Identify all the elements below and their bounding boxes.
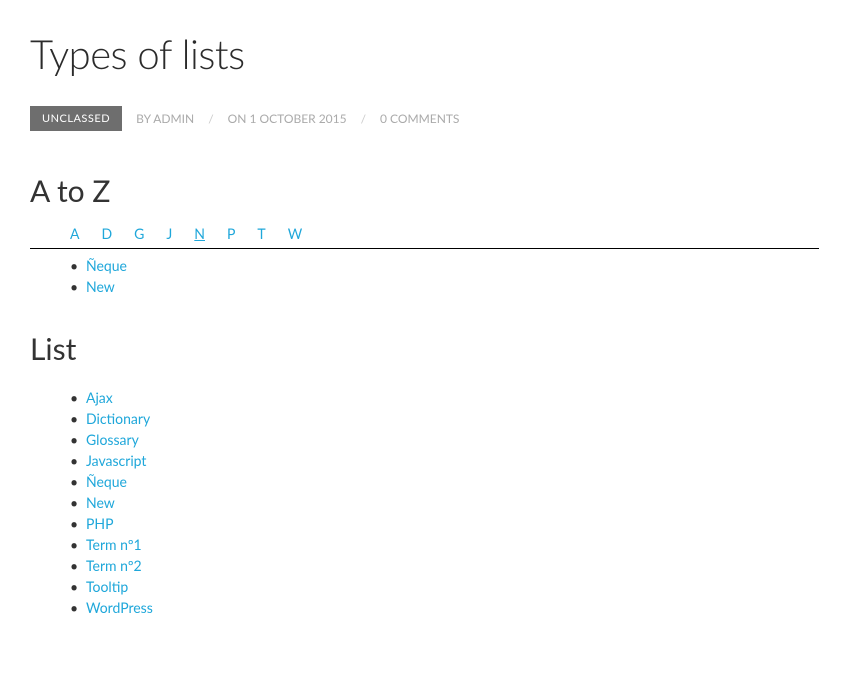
- alpha-letter-j[interactable]: J: [166, 223, 172, 244]
- alpha-nav: ADGJNPTW: [30, 223, 819, 249]
- list-item: Ñeque: [70, 255, 819, 276]
- meta-by: BY ADMIN: [136, 111, 194, 126]
- term-link[interactable]: Ñeque: [86, 257, 127, 274]
- term-link[interactable]: Term nº1: [86, 536, 142, 553]
- term-link[interactable]: Ñeque: [86, 473, 127, 490]
- list-item: New: [70, 276, 819, 297]
- term-link[interactable]: PHP: [86, 515, 114, 532]
- comments-link[interactable]: 0 COMMENTS: [380, 111, 459, 126]
- meta-on-label: ON: [228, 111, 247, 126]
- atoz-heading: A to Z: [30, 173, 819, 209]
- alpha-letter-t[interactable]: T: [257, 223, 265, 244]
- list-item: Ñeque: [70, 471, 819, 492]
- list-item: Tooltip: [70, 576, 819, 597]
- alpha-letter-a[interactable]: A: [70, 223, 79, 244]
- term-link[interactable]: Javascript: [86, 452, 146, 469]
- alpha-letter-p[interactable]: P: [227, 223, 235, 244]
- author-link[interactable]: ADMIN: [153, 111, 194, 126]
- alpha-letter-n[interactable]: N: [194, 223, 205, 244]
- list-item: PHP: [70, 513, 819, 534]
- atoz-list: Ñeque New: [30, 249, 819, 297]
- list-item: Glossary: [70, 429, 819, 450]
- list-item: Dictionary: [70, 408, 819, 429]
- list-heading: List: [30, 331, 819, 367]
- category-badge[interactable]: UNCLASSED: [30, 106, 122, 131]
- term-link[interactable]: Term nº2: [86, 557, 142, 574]
- term-link[interactable]: Dictionary: [86, 410, 150, 427]
- alpha-letter-g[interactable]: G: [134, 223, 144, 244]
- term-link[interactable]: Tooltip: [86, 578, 128, 595]
- list-item: Ajax: [70, 387, 819, 408]
- list-item: Javascript: [70, 450, 819, 471]
- page-title: Types of lists: [30, 30, 819, 78]
- term-link[interactable]: New: [86, 494, 115, 511]
- meta-separator: /: [361, 111, 366, 126]
- term-link[interactable]: New: [86, 278, 115, 295]
- term-link[interactable]: Ajax: [86, 389, 113, 406]
- list-item: New: [70, 492, 819, 513]
- alpha-letter-w[interactable]: W: [288, 223, 303, 244]
- date-link[interactable]: 1 OCTOBER 2015: [249, 111, 346, 126]
- term-link[interactable]: Glossary: [86, 431, 139, 448]
- meta-date: ON 1 OCTOBER 2015: [228, 111, 347, 126]
- list-item: Term nº1: [70, 534, 819, 555]
- meta-bar: UNCLASSED BY ADMIN / ON 1 OCTOBER 2015 /…: [30, 106, 819, 131]
- alpha-letter-d[interactable]: D: [101, 223, 112, 244]
- full-list: Ajax Dictionary Glossary Javascript Ñeque New…: [30, 381, 819, 618]
- list-item: Term nº2: [70, 555, 819, 576]
- list-item: WordPress: [70, 597, 819, 618]
- term-link[interactable]: WordPress: [86, 599, 153, 616]
- meta-by-label: BY: [136, 111, 151, 126]
- meta-separator: /: [208, 111, 213, 126]
